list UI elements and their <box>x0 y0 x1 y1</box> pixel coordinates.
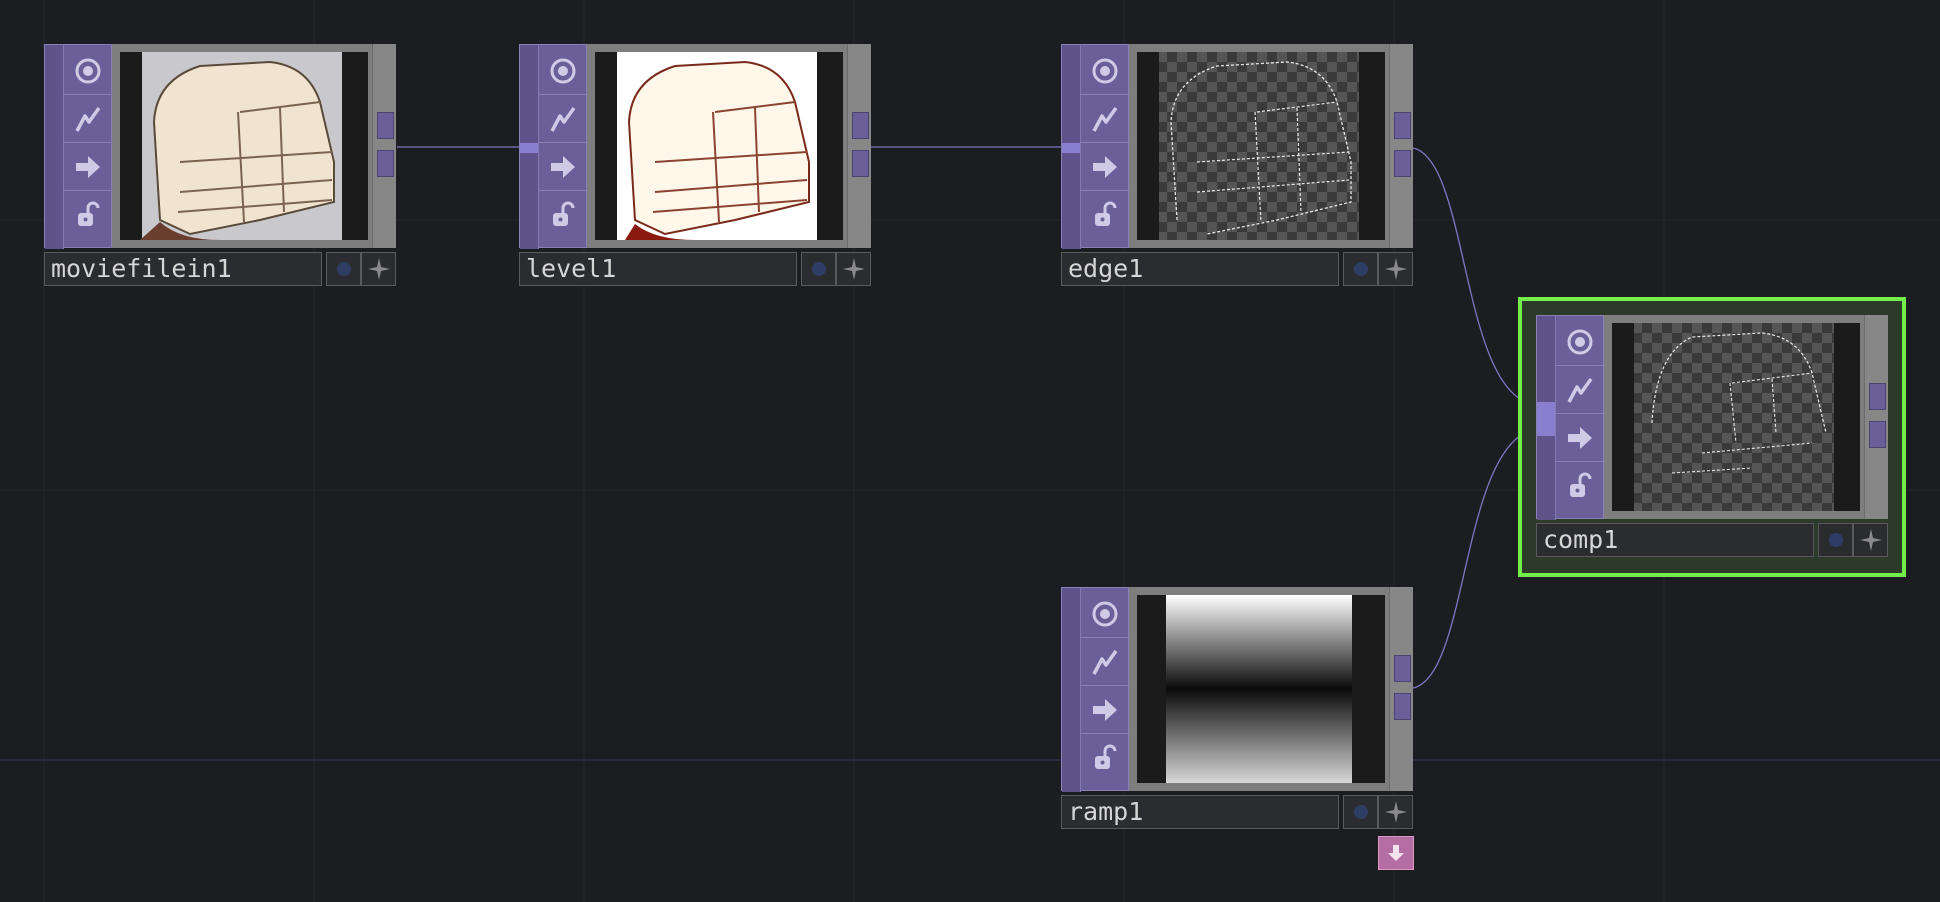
render-flag-icon[interactable] <box>1080 143 1130 191</box>
output-connector[interactable] <box>1869 383 1886 410</box>
cooking-flag-icon[interactable] <box>538 95 588 143</box>
lock-flag-icon[interactable] <box>1080 734 1130 782</box>
node-ramp1[interactable]: ramp1 <box>1061 587 1413 833</box>
display-flag-icon[interactable] <box>1080 47 1130 95</box>
node-viewer[interactable] <box>1137 595 1385 783</box>
output-connector[interactable] <box>377 150 394 177</box>
output-connectors <box>372 44 396 248</box>
node-viewer[interactable] <box>595 52 843 240</box>
input-strip <box>45 45 64 249</box>
bypass-icon[interactable] <box>836 252 871 286</box>
node-flag-bar <box>519 44 588 249</box>
node-viewer[interactable] <box>1137 52 1385 240</box>
node-viewer[interactable] <box>120 52 368 240</box>
node-moviefilein1[interactable]: moviefilein1 <box>44 44 396 290</box>
render-flag-icon[interactable] <box>1080 686 1130 734</box>
node-name-label[interactable]: level1 <box>519 252 797 286</box>
input-connector[interactable] <box>1537 402 1555 436</box>
output-connector[interactable] <box>1394 693 1411 720</box>
output-connectors <box>1864 315 1888 519</box>
lock-flag-icon[interactable] <box>63 191 113 239</box>
output-connector[interactable] <box>852 150 869 177</box>
output-connector[interactable] <box>1394 150 1411 177</box>
cooking-flag-icon[interactable] <box>1555 366 1605 414</box>
output-connector[interactable] <box>1869 421 1886 448</box>
node-flag-bar <box>1061 44 1130 249</box>
viewer-toggle-icon[interactable] <box>326 252 361 286</box>
output-connector[interactable] <box>1394 655 1411 682</box>
cooking-flag-icon[interactable] <box>1080 95 1130 143</box>
render-flag-icon[interactable] <box>63 143 113 191</box>
display-flag-icon[interactable] <box>538 47 588 95</box>
bypass-icon[interactable] <box>1378 795 1413 829</box>
node-name-label[interactable]: ramp1 <box>1061 795 1339 829</box>
node-name-label[interactable]: comp1 <box>1536 523 1814 557</box>
node-flag-bar <box>1061 587 1130 792</box>
cooking-flag-icon[interactable] <box>63 95 113 143</box>
output-connector[interactable] <box>852 112 869 139</box>
bypass-icon[interactable] <box>1378 252 1413 286</box>
input-connector[interactable] <box>1062 143 1080 153</box>
display-flag-icon[interactable] <box>1555 318 1605 366</box>
output-connector[interactable] <box>1394 112 1411 139</box>
display-flag-icon[interactable] <box>1080 590 1130 638</box>
output-connectors <box>1389 44 1413 248</box>
bypass-icon[interactable] <box>361 252 396 286</box>
node-name-label[interactable]: edge1 <box>1061 252 1339 286</box>
node-edge1[interactable]: edge1 <box>1061 44 1413 290</box>
cooking-flag-icon[interactable] <box>1080 638 1130 686</box>
output-connectors <box>1389 587 1413 791</box>
viewer-toggle-icon[interactable] <box>801 252 836 286</box>
viewer-toggle-icon[interactable] <box>1343 795 1378 829</box>
node-level1[interactable]: level1 <box>519 44 871 290</box>
input-connector[interactable] <box>520 143 538 153</box>
node-flag-bar <box>44 44 113 249</box>
lock-flag-icon[interactable] <box>1555 462 1605 510</box>
node-name-label[interactable]: moviefilein1 <box>44 252 322 286</box>
render-flag-icon[interactable] <box>538 143 588 191</box>
lock-flag-icon[interactable] <box>538 191 588 239</box>
arrow-down-icon[interactable] <box>1378 836 1414 870</box>
display-flag-icon[interactable] <box>63 47 113 95</box>
node-flag-bar <box>1536 315 1605 520</box>
node-comp1[interactable]: comp1 <box>1536 315 1888 561</box>
render-flag-icon[interactable] <box>1555 414 1605 462</box>
output-connectors <box>847 44 871 248</box>
node-viewer[interactable] <box>1612 323 1860 511</box>
output-connector[interactable] <box>377 112 394 139</box>
bypass-icon[interactable] <box>1853 523 1888 557</box>
lock-flag-icon[interactable] <box>1080 191 1130 239</box>
viewer-toggle-icon[interactable] <box>1818 523 1853 557</box>
input-strip <box>1062 588 1081 792</box>
viewer-toggle-icon[interactable] <box>1343 252 1378 286</box>
